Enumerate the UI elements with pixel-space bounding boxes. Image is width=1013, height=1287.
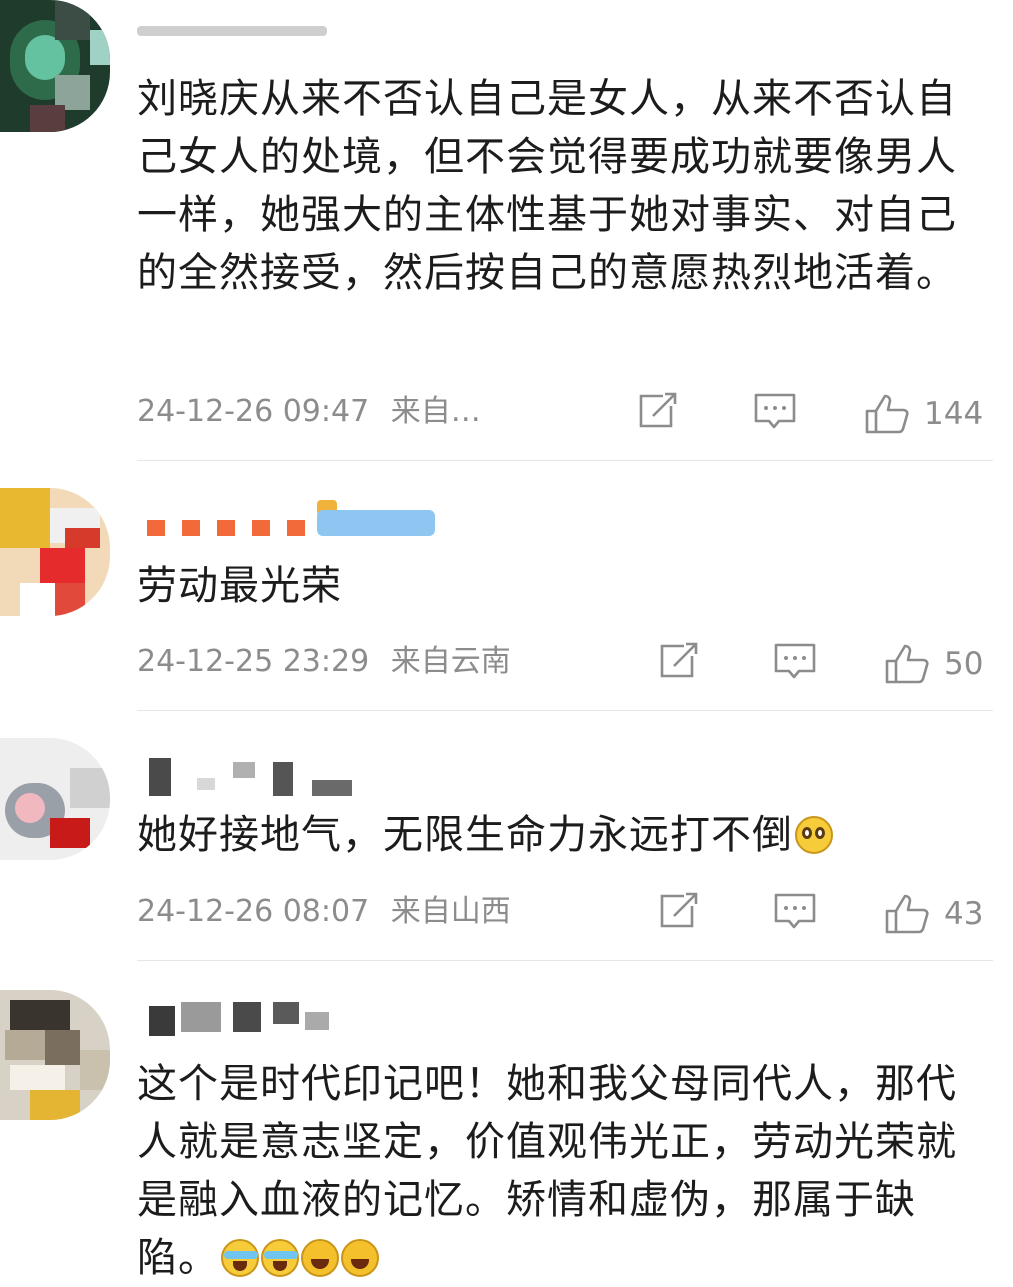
comment-meta: 24-12-25 23:29 来自云南 50 bbox=[137, 640, 993, 684]
reply-button[interactable] bbox=[773, 642, 817, 682]
comment-date: 24-12-25 23:29 bbox=[137, 644, 370, 679]
username-redacted[interactable] bbox=[137, 498, 437, 538]
like-button[interactable]: 43 bbox=[884, 892, 983, 936]
like-icon bbox=[865, 394, 909, 434]
comment-meta: 24-12-26 08:07 来自山西 43 bbox=[137, 890, 993, 934]
like-count: 144 bbox=[924, 396, 984, 432]
comment-text: 她好接地气，无限生命力永远打不倒 bbox=[137, 806, 997, 864]
comment-location: 来自山西 bbox=[390, 894, 511, 929]
like-button[interactable]: 50 bbox=[884, 642, 983, 686]
share-button[interactable] bbox=[658, 642, 700, 680]
cry-laugh-emoji-icon bbox=[261, 1239, 299, 1277]
share-icon bbox=[660, 892, 698, 928]
like-count: 50 bbox=[944, 646, 984, 682]
share-icon bbox=[639, 392, 677, 428]
username-redacted[interactable] bbox=[137, 998, 337, 1038]
fan-badge bbox=[317, 510, 435, 536]
reply-button[interactable] bbox=[753, 392, 797, 432]
comment-text: 劳动最光荣 bbox=[137, 563, 342, 609]
share-icon bbox=[660, 642, 698, 678]
comment-text: 这个是时代印记吧！她和我父母同代人，那代人就是意志坚定，价值观伟光正，劳动光荣就… bbox=[137, 1061, 957, 1281]
comment-text: 刘晓庆从来不否认自己是女人，从来不否认自己女人的处境，但不会觉得要成功就要像男人… bbox=[137, 76, 957, 296]
like-button[interactable]: 144 bbox=[864, 392, 983, 436]
avatar[interactable] bbox=[0, 738, 110, 860]
emoji-icon bbox=[795, 816, 833, 854]
laugh-emoji-icon bbox=[301, 1239, 339, 1277]
like-count: 43 bbox=[944, 896, 984, 932]
divider bbox=[137, 710, 993, 711]
username-redacted[interactable] bbox=[137, 18, 337, 48]
comment-date: 24-12-26 09:47 bbox=[137, 394, 370, 429]
laugh-emoji-icon bbox=[341, 1239, 379, 1277]
reply-button[interactable] bbox=[773, 892, 817, 932]
reply-icon bbox=[774, 893, 816, 929]
avatar[interactable] bbox=[0, 990, 110, 1120]
share-button[interactable] bbox=[658, 892, 700, 930]
username-redacted[interactable] bbox=[137, 758, 367, 798]
like-icon bbox=[885, 644, 929, 684]
avatar[interactable] bbox=[0, 0, 110, 132]
reply-icon bbox=[754, 393, 796, 429]
divider bbox=[137, 960, 993, 961]
comment-date: 24-12-26 08:07 bbox=[137, 894, 370, 929]
share-button[interactable] bbox=[637, 392, 679, 430]
avatar[interactable] bbox=[0, 488, 110, 616]
cry-laugh-emoji-icon bbox=[221, 1239, 259, 1277]
comment-meta: 24-12-26 09:47 来自… 144 bbox=[137, 390, 993, 434]
divider bbox=[137, 460, 993, 461]
reply-icon bbox=[774, 643, 816, 679]
like-icon bbox=[885, 894, 929, 934]
comment-location: 来自云南 bbox=[390, 644, 511, 679]
comment-location: 来自… bbox=[390, 394, 481, 429]
